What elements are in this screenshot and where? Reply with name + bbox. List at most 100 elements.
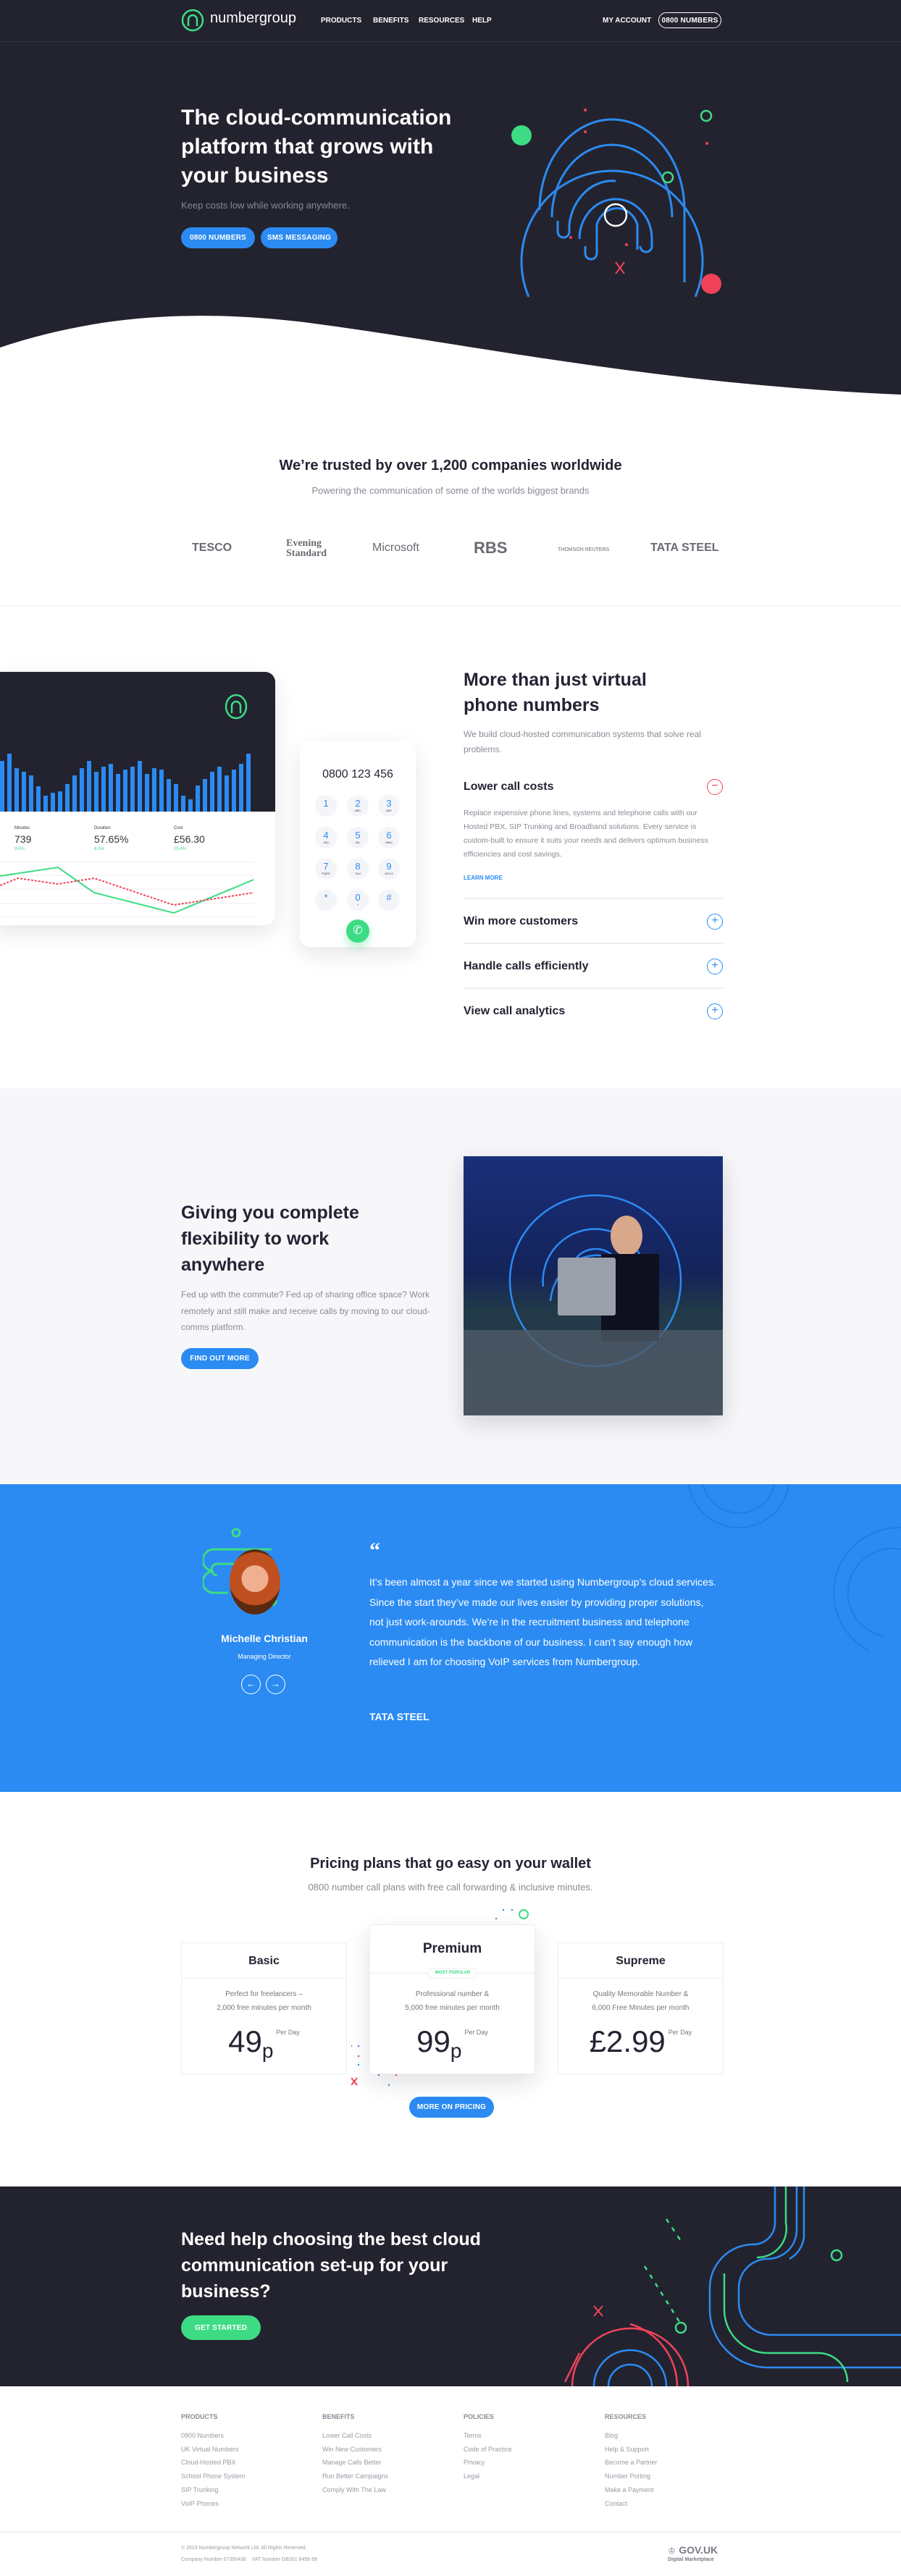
pricing-subtitle: 0800 number call plans with free call fo… [308,1882,593,1893]
dial-key[interactable]: 0 + [347,889,369,911]
footer-link[interactable]: Win New Customers [322,2443,388,2457]
nav-benefits[interactable]: BENEFITS [373,17,408,25]
footer-link[interactable]: Number Porting [605,2470,658,2483]
plan-price: 99 [416,2024,450,2058]
get-started-button[interactable]: GET STARTED [181,2315,261,2340]
footer-link[interactable]: Become a Partner [605,2456,658,2470]
footer-link[interactable]: SIP Trunking [181,2483,246,2497]
brand-name[interactable]: numbergroup [210,10,296,27]
plan-price: 49 [228,2024,262,2058]
footer-link[interactable]: VoIP Phones [181,2497,246,2511]
logo-microsoft: Microsoft [372,542,419,554]
bar [58,791,62,812]
expand-icon[interactable]: + [707,1003,723,1019]
logo-rbs: RBS [474,539,508,557]
footer-link[interactable]: Blog [605,2429,658,2443]
flex-title: Giving you complete flexibility to work … [181,1203,359,1275]
hero-fingerprint-illustration [511,109,721,297]
collapse-icon[interactable]: − [707,779,723,795]
expand-icon[interactable]: + [707,959,723,975]
accordion-item-win-more-customers[interactable]: Win more customers + [464,901,723,944]
footer-link[interactable]: Comply With The Law [322,2483,388,2497]
trusted-title: We’re trusted by over 1,200 companies wo… [279,458,622,473]
bar [29,775,33,812]
bar [145,774,149,812]
dial-key[interactable]: 2 ABC [347,795,369,817]
next-arrow-button[interactable]: → [266,1675,285,1694]
dial-key[interactable]: 9 WXYZ [378,858,400,880]
logo-thomson-reuters: THOMSON REUTERS [558,547,610,552]
footer-link[interactable]: Make a Payment [605,2483,658,2497]
footer-link[interactable]: School Phone System [181,2470,246,2483]
expand-icon[interactable]: + [707,914,723,930]
footer-link[interactable]: Run Better Campaigns [322,2470,388,2483]
stat-1: Duration 57.65% 6.3% [94,826,129,851]
footer-column: PRODUCTS 0800 Numbers UK Virtual Numbers Cl… [181,2413,246,2510]
flex-body: Fed up with the commute? Fed up of shari… [181,1289,430,1332]
dial-key[interactable]: 3 DEF [378,795,400,817]
dial-key[interactable]: 6 MNO [378,827,400,849]
gov-uk-logo[interactable]: ♔ GOV.UK Digital Marketplace [668,2544,718,2562]
nav-help[interactable]: HELP [472,17,492,25]
flexibility-section [0,1088,901,1484]
dial-key[interactable]: 7 PQRS [315,858,337,880]
footer-column: RESOURCES Blog Help & Support Become a Part… [605,2413,658,2510]
features-title: More than just virtual phone numbers [464,670,647,715]
more-on-pricing-button[interactable]: MORE ON PRICING [409,2097,494,2118]
dashboard-bar-chart [0,754,251,812]
nav-my-account[interactable]: MY ACCOUNT [603,17,651,25]
footer-copyright: © 2019 Numbergroup Network Ltd. All Righ… [181,2546,307,2551]
testimonial-company-logo: TATA STEEL [369,1711,429,1722]
accordion-item-call-analytics[interactable]: View call analytics + [464,990,723,1034]
accordion-item-lower-call-costs[interactable]: Lower call costs − Replace expensive pho… [464,776,723,899]
quote-icon: “ [369,1539,380,1562]
avatar [230,1549,280,1615]
nav-0800-button[interactable]: 0800 NUMBERS [658,12,721,28]
footer-link[interactable]: Legal [464,2470,512,2483]
footer-link[interactable]: Contact [605,2497,658,2511]
footer-link[interactable]: Code of Practice [464,2443,512,2457]
footer-link[interactable]: Help & Support [605,2443,658,2457]
footer-link[interactable]: Cloud-Hosted PBX [181,2456,246,2470]
dial-call-button[interactable]: ✆ [346,919,369,943]
dial-key[interactable]: 8 TUV [347,858,369,880]
accordion-item-handle-calls[interactable]: Handle calls efficiently + [464,946,723,989]
hero-0800-button[interactable]: 0800 NUMBERS [181,227,255,248]
nav-resources[interactable]: RESOURCES [419,17,464,25]
footer-link[interactable]: 0800 Numbers [181,2429,246,2443]
footer-link[interactable]: UK Virtual Numbers [181,2443,246,2457]
footer-link[interactable]: Lower Call Costs [322,2429,388,2443]
footer-link[interactable]: Privacy [464,2456,512,2470]
prev-arrow-button[interactable]: ← [241,1675,261,1694]
nav-products[interactable]: PRODUCTS [321,17,361,25]
bar [167,779,171,812]
most-popular-badge: MOST POPULAR [428,1968,477,1979]
learn-more-link[interactable]: LEARN MORE [464,875,503,881]
plan-basic[interactable]: Basic Perfect for freelancers –2,000 fre… [181,1942,347,2074]
find-out-more-button[interactable]: FIND OUT MORE [181,1348,259,1369]
dial-key[interactable]: * [315,889,337,911]
hero-sms-button[interactable]: SMS MESSAGING [261,227,338,248]
plan-supreme[interactable]: Supreme Quality Memorable Number & 6,000 … [558,1942,724,2074]
dial-key[interactable]: 1 [315,795,337,817]
footer-link[interactable]: Manage Calls Better [322,2456,388,2470]
bar [109,764,113,812]
bar [203,779,207,812]
dial-key[interactable]: # [378,889,400,911]
bar [152,768,156,812]
logo-icon[interactable] [181,9,204,32]
dial-key[interactable]: 5 JKL [347,827,369,849]
bar [80,768,84,812]
logo-tesco: TESCO [192,542,232,554]
plan-premium[interactable]: Premium MOST POPULAR Professional number… [369,1924,535,2074]
bar [51,793,55,812]
footer-company-number: Company Number 07390438 VAT Number GB261… [181,2557,317,2562]
bar [116,774,120,812]
stat-0: Minutes 739 9.0% [14,826,32,851]
bar [159,770,164,812]
dial-key[interactable]: 4 GHI [315,827,337,849]
footer-link[interactable]: Terms [464,2429,512,2443]
bar [246,754,251,812]
bar [0,761,4,812]
bar [94,772,99,812]
